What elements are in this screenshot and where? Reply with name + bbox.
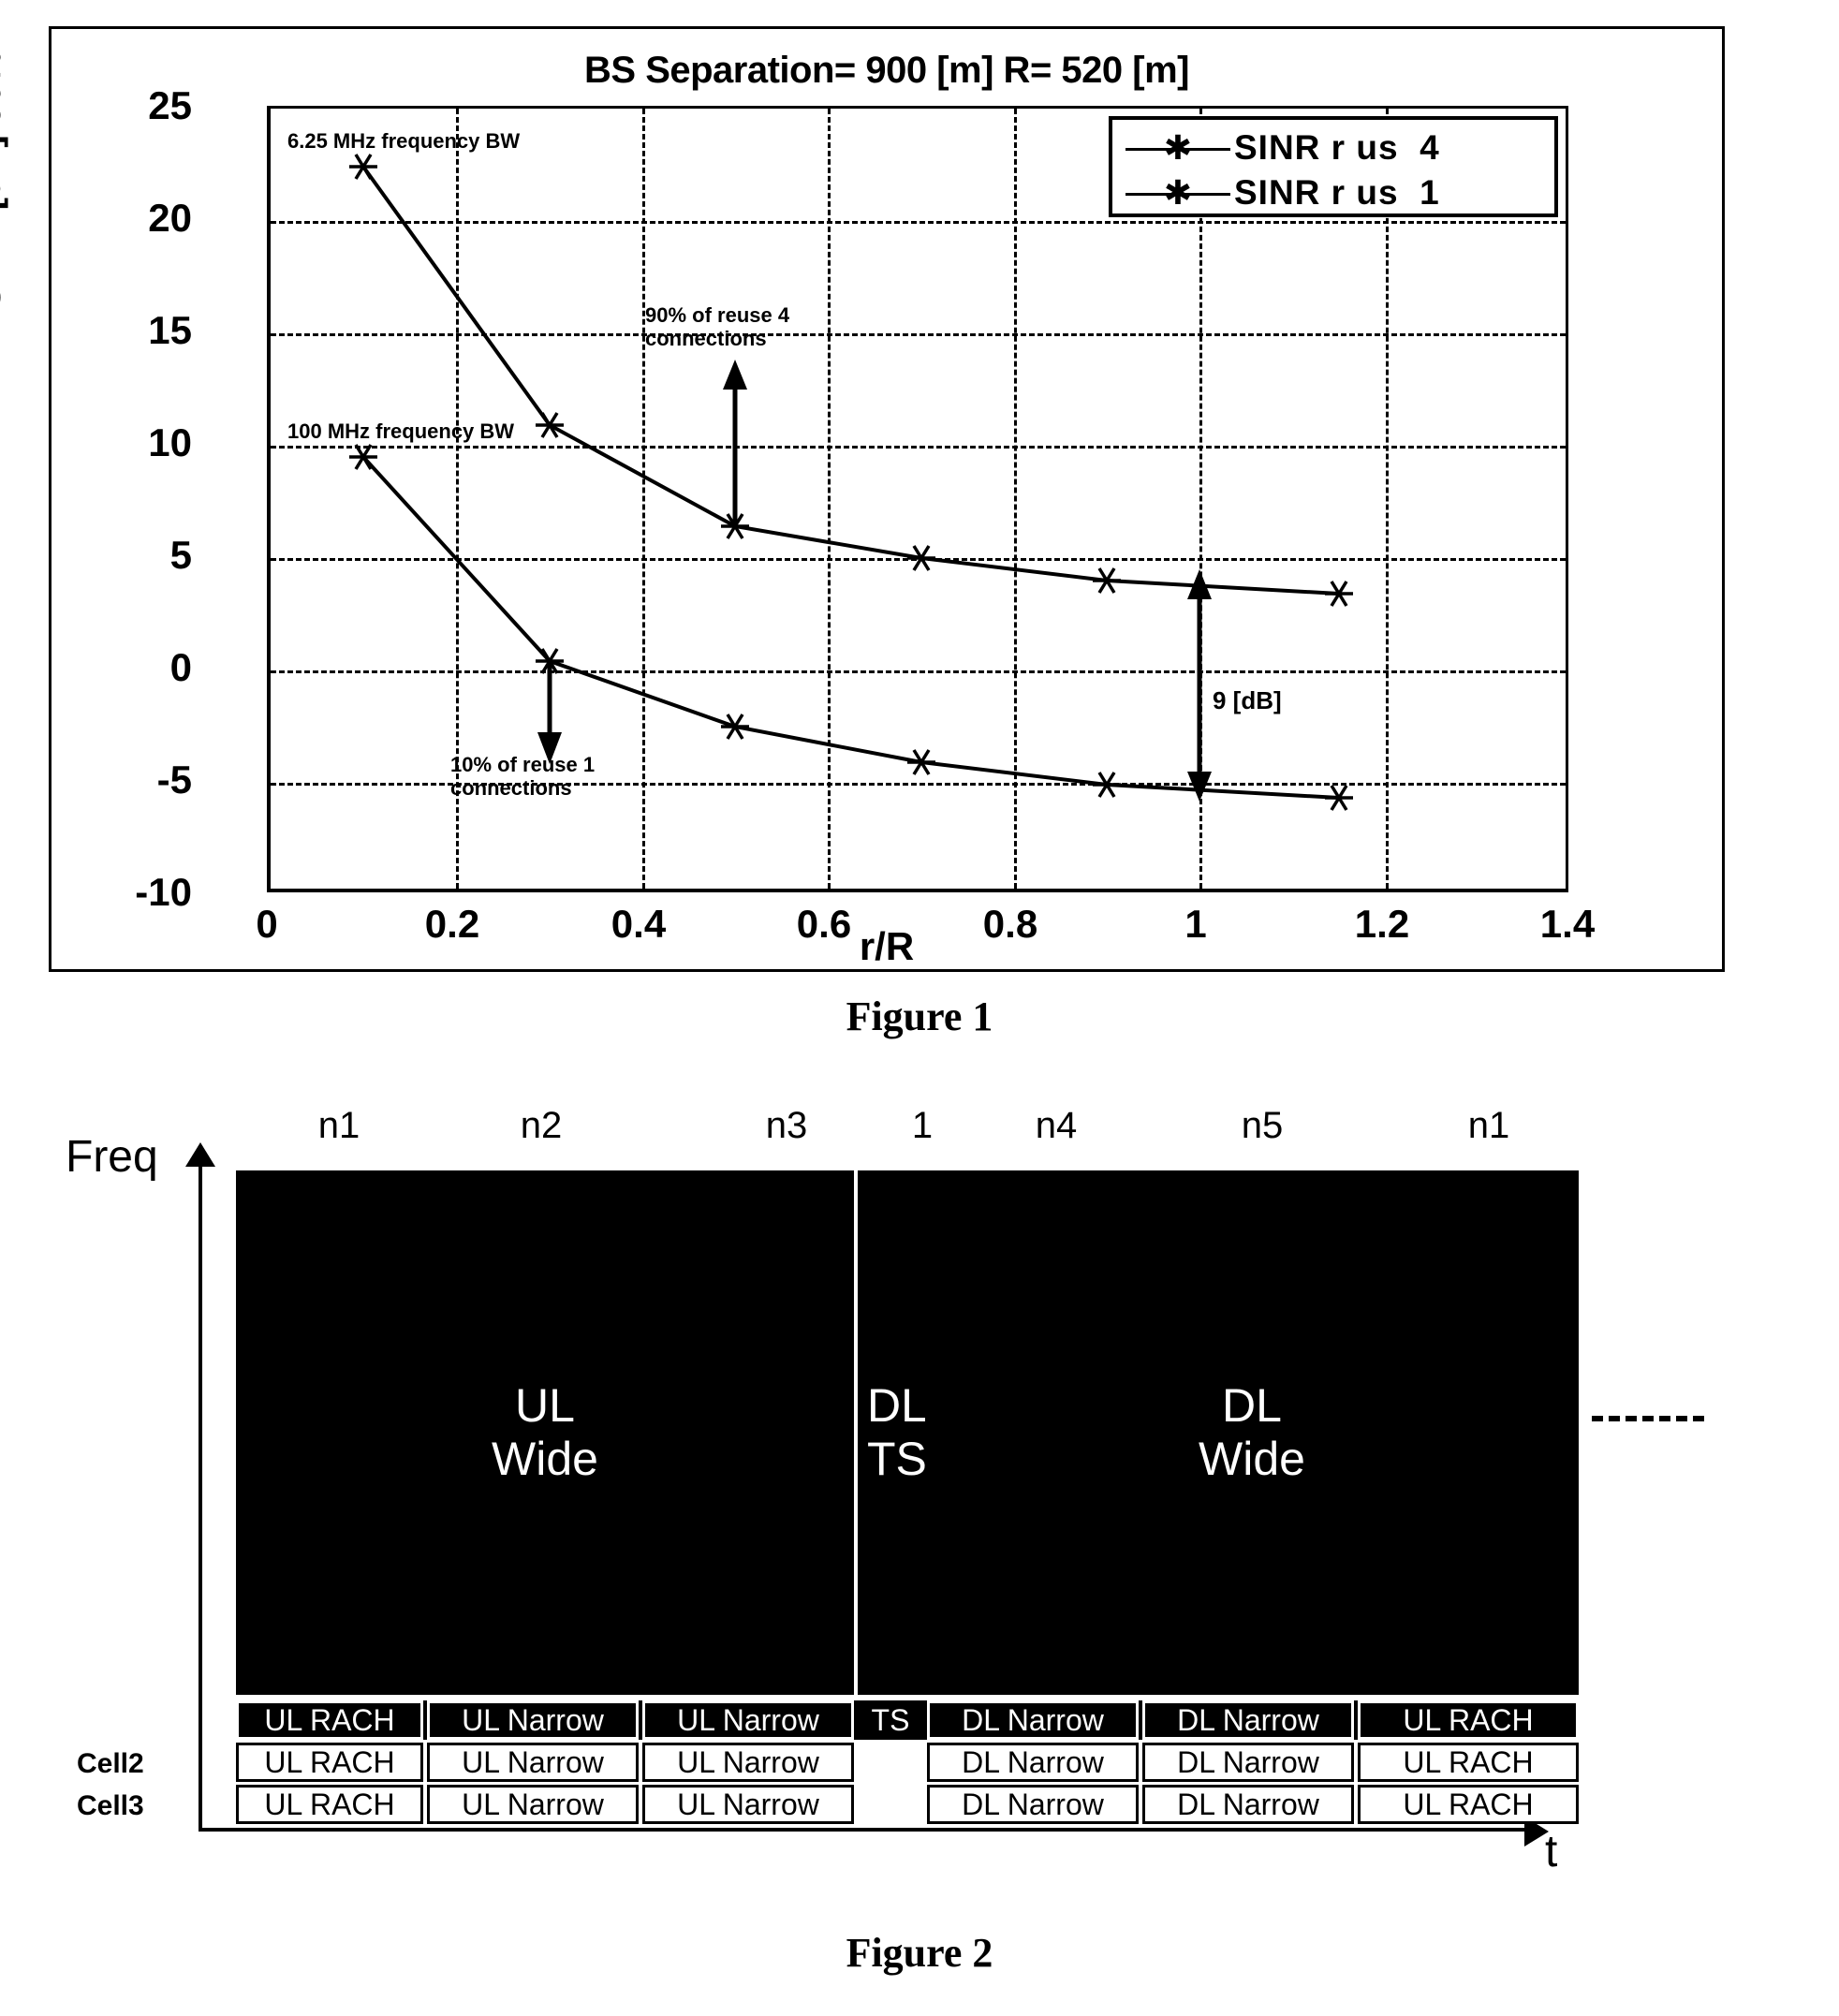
slot-blocks: UL Wide DL TS DL Wide [236,1170,1579,1695]
cell-dl-narrow: DL Narrow [927,1743,1139,1782]
annotation-reuse-1: 10% of reuse 1 connections [450,753,596,801]
legend-marker-asterisk-line: ✱ [1122,125,1234,170]
column-header-n1-right: n1 [1467,1105,1510,1146]
annotation-100mhz: 100 MHz frequency BW [287,419,515,443]
cell-dl-narrow: DL Narrow [1142,1785,1354,1824]
y-tick-10: 10 [148,420,192,464]
reuse-1-gap-arrow [537,661,562,764]
frequency-axis-arrowhead [185,1142,215,1167]
legend-marker-asterisk-line: ✱ [1122,170,1234,215]
cell-dl-narrow: DL Narrow [927,1700,1139,1740]
legend-item-reuse-4: ✱ SINR r us 4 [1122,125,1545,170]
time-axis [199,1828,1528,1832]
cell-ul-rach: UL RACH [236,1743,423,1782]
legend-item-reuse-1: ✱ SINR r us 1 [1122,170,1545,215]
series-reuse-4-line [361,165,1340,596]
cell-ul-rach: UL RACH [1358,1743,1579,1782]
chart-legend: ✱ SINR r us 4 ✱ SINR r us 1 [1109,116,1558,217]
cell-ul-narrow: UL Narrow [427,1700,639,1740]
chart-title: BS Separation= 900 [m] R= 520 [m] [584,50,1189,91]
cell-ul-rach: UL RACH [1358,1700,1579,1740]
continuation-dashes [1592,1416,1704,1421]
x-tick-0-2: 0.2 [424,902,480,946]
frequency-axis [199,1163,202,1830]
freq-axis-label: Freq [66,1132,158,1182]
cell-dl-narrow: DL Narrow [927,1785,1139,1824]
x-tick-0-4: 0.4 [611,902,667,946]
cell-ul-narrow: UL Narrow [427,1785,639,1824]
row-label-cell2: Cell2 [77,1748,144,1779]
y-tick-0: 0 [169,645,192,689]
x-tick-0: 0 [256,902,278,946]
scheduling-table: UL RACH UL Narrow UL Narrow TS DL Narrow… [77,1700,1579,1827]
column-header-n3: n3 [765,1105,808,1146]
cell-ts: TS [858,1700,923,1740]
cell-dl-narrow: DL Narrow [1142,1700,1354,1740]
x-tick-1: 1 [1184,902,1207,946]
dl-ts-block: DL TS [858,1170,933,1695]
x-tick-0-8: 0.8 [982,902,1038,946]
y-tick-neg10: -10 [135,870,192,914]
column-header-n4: n4 [1035,1105,1078,1146]
annotation-6-25mhz: 6.25 MHz frequency BW [287,129,521,153]
cell-ul-narrow: UL Narrow [642,1700,854,1740]
dl-wide-block: DL Wide [925,1170,1579,1695]
plot-area: 6.25 MHz frequency BW 100 MHz frequency … [267,106,1568,892]
cell-dl-narrow: DL Narrow [1142,1743,1354,1782]
cell-ul-narrow: UL Narrow [427,1743,639,1782]
y-tick-20: 20 [148,196,192,240]
figure-1-panel: BS Separation= 900 [m] R= 520 [m] SINR [… [0,26,1725,972]
reuse-4-gap-arrow [723,360,747,526]
table-row: UL RACH UL Narrow UL Narrow TS DL Narrow… [236,1700,1579,1740]
cell-ul-rach: UL RACH [236,1785,423,1824]
figure-1-caption: Figure 1 [846,993,993,1039]
cell-ul-rach: UL RACH [1358,1785,1579,1824]
column-header-ts: 1 [911,1105,934,1146]
series-reuse-1-line [361,455,1340,800]
y-tick-15: 15 [148,308,192,352]
table-row: Cell3 UL RACH UL Narrow UL Narrow DL Nar… [77,1785,1579,1824]
figure-2-panel: Freq t n1 n2 n3 1 n4 n5 n1 UL Wide DL TS… [0,1105,1839,1910]
y-tick-neg5: -5 [156,758,192,802]
nine-db-arrow [1187,569,1212,802]
legend-label-reuse-4: SINR r us 4 [1234,128,1440,167]
x-tick-1-4: 1.4 [1539,902,1596,946]
y-axis-label: SINR [dB] 90% [0,50,8,310]
annotation-reuse-4: 90% of reuse 4 connections [645,303,790,351]
column-header-n1-left: n1 [317,1105,360,1146]
ul-wide-block: UL Wide [236,1170,854,1695]
x-tick-0-6: 0.6 [796,902,852,946]
cell-ul-rach: UL RACH [236,1700,423,1740]
table-row: Cell2 UL RACH UL Narrow UL Narrow DL Nar… [77,1743,1579,1782]
y-tick-25: 25 [148,83,192,127]
cell-ul-narrow: UL Narrow [642,1743,854,1782]
cell-ul-narrow: UL Narrow [642,1785,854,1824]
row-label-cell3: Cell3 [77,1790,144,1821]
legend-label-reuse-1: SINR r us 1 [1234,173,1440,212]
y-tick-5: 5 [169,533,192,577]
column-header-n2: n2 [520,1105,563,1146]
column-header-n5: n5 [1241,1105,1284,1146]
x-tick-1-2: 1.2 [1354,902,1410,946]
annotation-9db: 9 [dB] [1213,686,1282,714]
series-reuse-4-markers [349,154,1353,607]
figure-2-caption: Figure 2 [846,1930,993,1976]
